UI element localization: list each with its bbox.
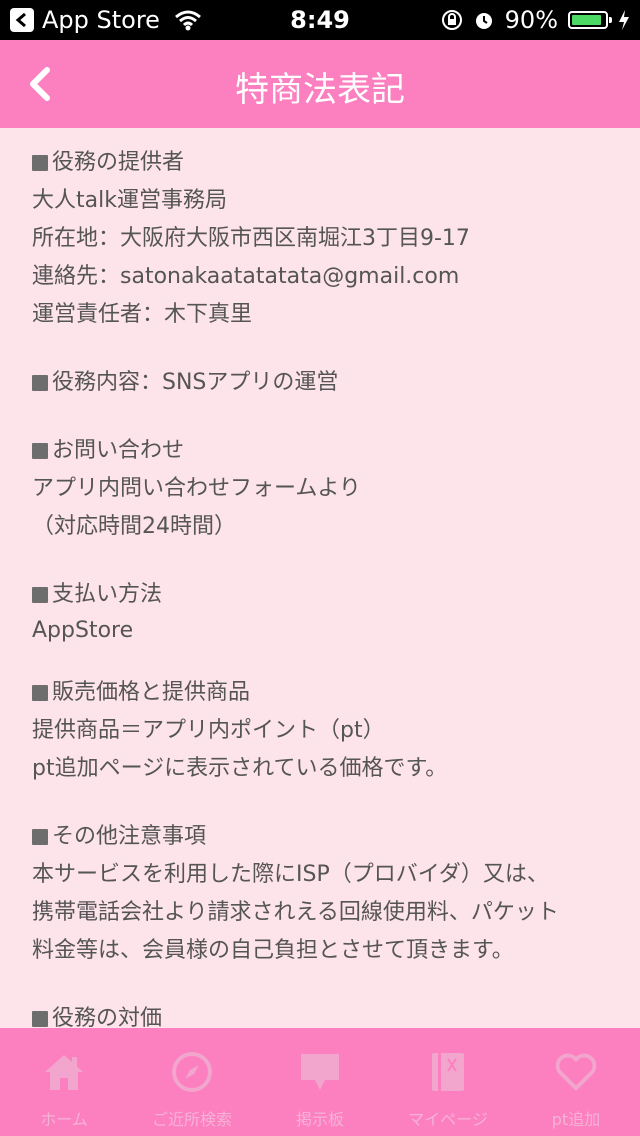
section-line: 提供商品＝アプリ内ポイント（pt） (32, 718, 385, 743)
battery-icon (568, 11, 612, 29)
section-heading: 役務内容：SNSアプリの運営 (52, 370, 339, 395)
section-line: 運営責任者：木下真里 (32, 302, 253, 327)
section-heading: 役務の提供者 (52, 150, 185, 175)
tab-label: 掲示板 (295, 1110, 344, 1129)
section-heading: 販売価格と提供商品 (52, 680, 251, 705)
section-consideration: 役務の対価 (32, 1000, 622, 1028)
charging-bolt-icon (619, 10, 629, 30)
tab-label: pt追加 (551, 1110, 601, 1129)
section-payment: 支払い方法 AppStore (32, 576, 622, 648)
section-line: アプリ内問い合わせフォームより (32, 476, 361, 501)
bullet-icon (32, 685, 48, 701)
section-heading: 役務の対価 (52, 1006, 163, 1028)
tab-label: マイページ (408, 1110, 488, 1129)
section-line: 連絡先：satonakaatatatata@gmail.com (32, 264, 460, 289)
heart-icon (555, 1053, 597, 1091)
compass-icon (172, 1052, 212, 1092)
bullet-icon (32, 155, 48, 171)
legal-notice-content[interactable]: 役務の提供者 大人talk運営事務局 所在地：大阪府大阪市西区南堀江3丁目9-1… (0, 128, 640, 1028)
section-heading: お問い合わせ (52, 438, 185, 463)
section-line: AppStore (32, 618, 134, 643)
section-line: 所在地：大阪府大阪市西区南堀江3丁目9-17 (32, 226, 470, 251)
battery-percent: 90% (504, 6, 558, 34)
speech-bubble-icon (301, 1054, 339, 1090)
section-notes: その他注意事項 本サービスを利用した際にISP（プロバイダ）又は、 携帯電話会社… (32, 818, 622, 970)
notebook-icon (432, 1053, 464, 1091)
section-line: 本サービスを利用した際にISP（プロバイダ）又は、 (32, 862, 549, 887)
rotation-lock-icon (441, 10, 462, 30)
section-line: 携帯電話会社より請求されえる回線使用料、パケット (32, 900, 559, 925)
nav-bar: 特商法表記 (0, 40, 640, 128)
section-heading: 支払い方法 (52, 582, 163, 607)
section-line: 大人talk運営事務局 (32, 188, 227, 213)
section-heading: その他注意事項 (52, 824, 207, 849)
tab-label: ご近所検索 (151, 1110, 232, 1129)
section-price: 販売価格と提供商品 提供商品＝アプリ内ポイント（pt） pt追加ページに表示され… (32, 674, 622, 788)
tab-mypage[interactable]: マイページ (384, 1028, 512, 1136)
tab-label: ホーム (40, 1110, 88, 1129)
status-bar: App Store 8:49 90% (0, 0, 640, 40)
section-line: pt追加ページに表示されている価格です。 (32, 756, 448, 781)
bullet-icon (32, 443, 48, 459)
tab-home[interactable]: ホーム (0, 1028, 128, 1136)
page-title: 特商法表記 (235, 70, 405, 110)
tab-board[interactable]: 掲示板 (256, 1028, 384, 1136)
bullet-icon (32, 375, 48, 391)
home-icon (45, 1055, 83, 1090)
section-line: （対応時間24時間） (32, 514, 236, 539)
alarm-icon (475, 13, 492, 29)
status-right: 90% (431, 6, 630, 34)
section-provider: 役務の提供者 大人talk運営事務局 所在地：大阪府大阪市西区南堀江3丁目9-1… (32, 144, 622, 334)
section-line: 料金等は、会員様の自己負担とさせて頂きます。 (32, 938, 514, 963)
tab-nearby-search[interactable]: ご近所検索 (128, 1028, 256, 1136)
tab-bar: ホーム ご近所検索 掲示板 マイページ pt追加 (0, 1028, 640, 1136)
section-inquiry: お問い合わせ アプリ内問い合わせフォームより （対応時間24時間） (32, 432, 622, 546)
bullet-icon (32, 1011, 48, 1027)
bullet-icon (32, 587, 48, 603)
tab-add-points[interactable]: pt追加 (512, 1028, 640, 1136)
bullet-icon (32, 829, 48, 845)
section-service-content: 役務内容：SNSアプリの運営 (32, 364, 622, 402)
